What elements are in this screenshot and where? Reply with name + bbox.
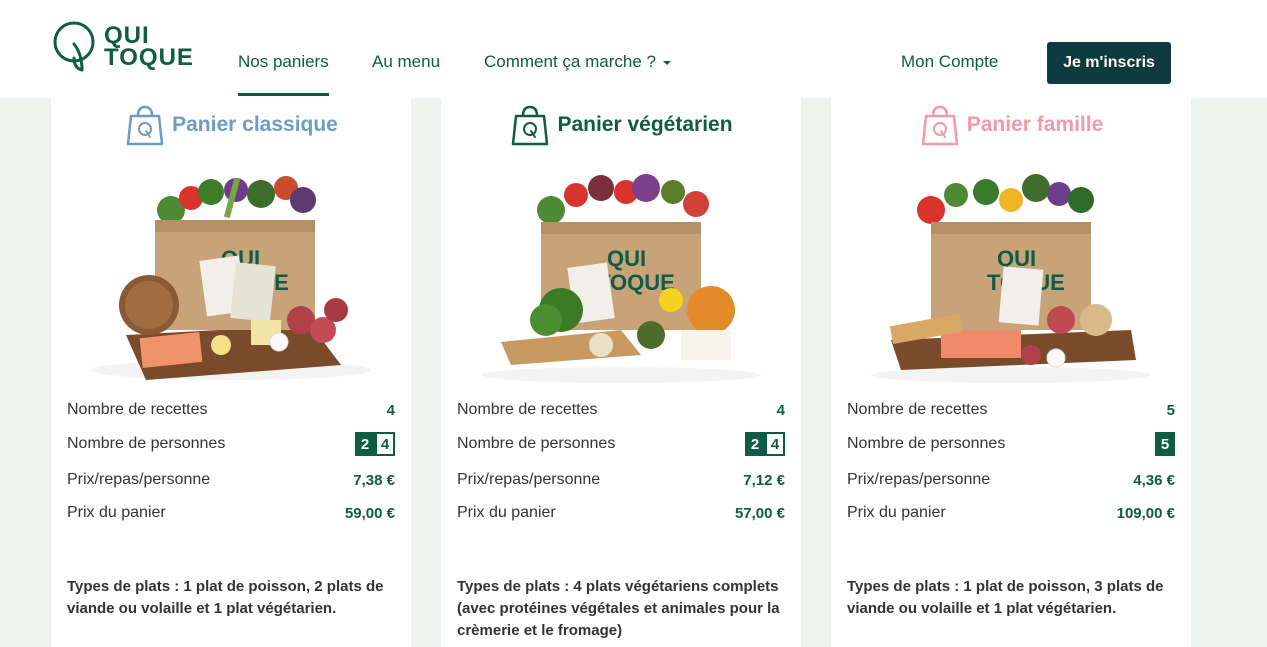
row-label: Nombre de personnes — [847, 435, 1006, 452]
types-de-plats: Types de plats : 4 plats végétariens com… — [457, 578, 780, 639]
prix-panier-value: 57,00 € — [734, 504, 785, 522]
row-label: Nombre de personnes — [67, 435, 226, 452]
persons-selector: 2 4 — [355, 432, 395, 456]
row-label: Nombre de personnes — [457, 435, 616, 452]
nav-comment-label: Comment ça marche ? — [484, 52, 656, 71]
row-label: Nombre de recettes — [847, 401, 988, 418]
card-title: Panier classique — [172, 113, 338, 136]
row-label: Prix/repas/personne — [67, 471, 211, 488]
basket-image: QUI TOQUE — [871, 174, 1151, 383]
row-personnes: Nombre de personnes 2 4 — [457, 432, 785, 456]
logo-text-2: TOQUE — [104, 44, 194, 71]
persons-option-4[interactable]: 4 — [765, 432, 785, 456]
persons-selector: 2 4 — [745, 432, 785, 456]
logo-icon — [53, 21, 95, 72]
recettes-value: 5 — [1166, 401, 1175, 419]
top-navbar: QUI TOQUE Nos paniers Au menu Comment ça… — [0, 0, 1267, 98]
persons-option-4[interactable]: 4 — [375, 432, 395, 456]
persons-option-5[interactable]: 5 — [1155, 432, 1175, 456]
shopping-bag-icon — [921, 105, 958, 146]
row-prix-panier: Prix du panier 109,00 € — [847, 501, 1175, 525]
row-label: Nombre de recettes — [457, 401, 598, 418]
row-label: Prix du panier — [847, 504, 946, 521]
types-de-plats: Types de plats : 1 plat de poisson, 2 pl… — [67, 578, 384, 617]
prix-repas-value: 7,12 € — [743, 471, 785, 489]
row-prix-repas: Prix/repas/personne 7,12 € — [457, 468, 785, 492]
prix-repas-value: 4,36 € — [1133, 471, 1175, 489]
types-de-plats: Types de plats : 1 plat de poisson, 3 pl… — [847, 578, 1164, 617]
card-header: Panier classique — [51, 104, 411, 146]
recettes-value: 4 — [386, 401, 395, 419]
panier-card-classique: Panier classique QUI TOQUE Nombre de rec… — [51, 98, 411, 647]
row-personnes: Nombre de personnes 5 — [847, 432, 1175, 456]
basket-image: QUI TOQUE — [91, 176, 371, 380]
nav-mon-compte[interactable]: Mon Compte — [901, 52, 998, 72]
svg-text:QUI: QUI — [997, 246, 1036, 271]
svg-text:QUI: QUI — [607, 246, 646, 271]
row-recettes: Nombre de recettes 5 — [847, 398, 1175, 422]
row-recettes: Nombre de recettes 4 — [457, 398, 785, 422]
row-personnes: Nombre de personnes 2 4 — [67, 432, 395, 456]
panier-card-vegetarien: Panier végétarien QUI TOQUE Nombre de re… — [441, 98, 801, 647]
row-label: Nombre de recettes — [67, 401, 208, 418]
recettes-value: 4 — [776, 401, 785, 419]
row-label: Prix du panier — [67, 504, 166, 521]
row-label: Prix/repas/personne — [457, 471, 601, 488]
row-label: Prix/repas/personne — [847, 471, 991, 488]
persons-selector: 5 — [1155, 432, 1175, 456]
row-recettes: Nombre de recettes 4 — [67, 398, 395, 422]
card-header: Panier végétarien — [441, 104, 801, 146]
card-title: Panier famille — [966, 113, 1104, 136]
card-header: Panier famille — [831, 104, 1191, 146]
row-label: Prix du panier — [457, 504, 556, 521]
basket-image: QUI TOQUE — [481, 174, 761, 383]
quitoque-logo[interactable]: QUI TOQUE — [52, 18, 212, 76]
signup-button[interactable]: Je m'inscris — [1047, 42, 1171, 84]
shopping-bag-icon — [512, 105, 549, 146]
prix-repas-value: 7,38 € — [353, 471, 395, 489]
persons-option-2[interactable]: 2 — [355, 432, 375, 456]
panier-card-famille: Panier famille QUI TOQUE Nombre de recet… — [831, 98, 1191, 647]
row-prix-panier: Prix du panier 57,00 € — [457, 501, 785, 525]
row-prix-panier: Prix du panier 59,00 € — [67, 501, 395, 525]
row-prix-repas: Prix/repas/personne 7,38 € — [67, 468, 395, 492]
nav-comment-ca-marche[interactable]: Comment ça marche ? — [484, 52, 671, 72]
row-prix-repas: Prix/repas/personne 4,36 € — [847, 468, 1175, 492]
nav-au-menu[interactable]: Au menu — [372, 52, 440, 72]
prix-panier-value: 59,00 € — [344, 504, 395, 522]
prix-panier-value: 109,00 € — [1116, 504, 1175, 522]
nav-nos-paniers[interactable]: Nos paniers — [238, 52, 329, 96]
card-title: Panier végétarien — [557, 113, 733, 136]
persons-option-2[interactable]: 2 — [745, 432, 765, 456]
caret-down-icon — [662, 60, 671, 65]
shopping-bag-icon — [126, 105, 164, 146]
